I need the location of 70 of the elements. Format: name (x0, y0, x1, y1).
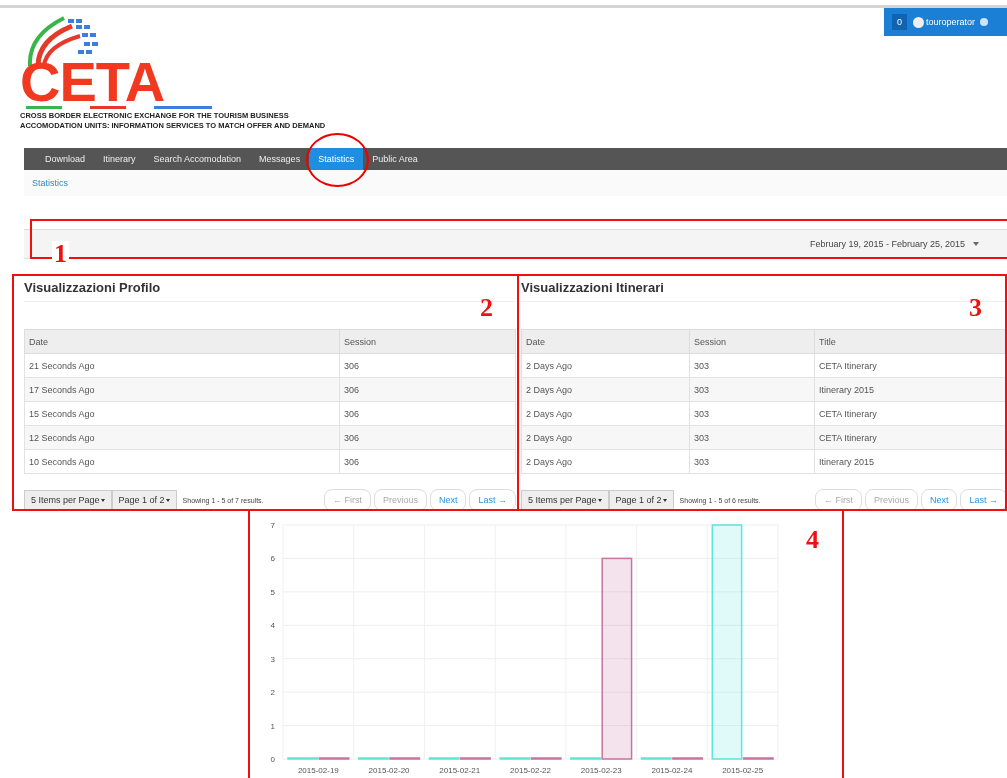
nav-item[interactable]: Public Area (363, 148, 427, 170)
table-cell: 303 (689, 353, 815, 378)
x-tick-label: 2015-02-23 (580, 766, 622, 775)
table-cell: 306 (339, 401, 516, 426)
table-cell: 2 Days Ago (521, 377, 690, 402)
column-header: Date (24, 329, 340, 354)
logo-stripes-icon (26, 106, 212, 109)
x-tick-label: 2015-02-19 (297, 766, 339, 775)
y-tick-label: 1 (270, 721, 275, 731)
table-cell: 303 (689, 449, 815, 474)
notification-count[interactable]: 0 (892, 14, 907, 30)
x-tick-label: 2015-02-20 (368, 766, 410, 775)
column-header: Session (689, 329, 815, 354)
caret-icon (597, 498, 602, 502)
nav-item[interactable]: Search Accomodation (144, 148, 251, 170)
table-cell: 15 Seconds Ago (24, 401, 340, 426)
table-cell: Itinerary 2015 (814, 377, 1007, 402)
dropdown-button[interactable]: 5 Items per Page (24, 490, 112, 510)
table-cell: 303 (689, 425, 815, 450)
table-cell: 2 Days Ago (521, 401, 690, 426)
table-cell: 306 (339, 353, 516, 378)
nav-item[interactable]: Messages (250, 148, 310, 170)
breadcrumb-link[interactable]: Statistics (32, 178, 68, 188)
dropdown-button[interactable]: Page 1 of 2 (111, 490, 177, 510)
table-cell: 303 (689, 377, 815, 402)
table-cell: 306 (339, 377, 516, 402)
pagination-button[interactable]: Next (429, 489, 467, 511)
column-header: Title (814, 329, 1007, 354)
pagination-button[interactable]: Next (920, 489, 958, 511)
table-cell: 2 Days Ago (521, 425, 690, 450)
caret-icon (980, 18, 989, 26)
table-cell: 12 Seconds Ago (24, 425, 340, 450)
y-tick-label: 4 (270, 621, 275, 631)
dropdown-button[interactable]: 5 Items per Page (521, 490, 609, 510)
caret-icon (165, 498, 170, 502)
y-tick-label: 2 (270, 688, 275, 698)
caret-icon (100, 498, 105, 502)
y-tick-label: 0 (270, 755, 275, 764)
table-cell: 303 (689, 401, 815, 426)
caret-icon (662, 498, 667, 502)
table-cell: 2 Days Ago (521, 353, 690, 378)
y-tick-label: 5 (270, 587, 275, 597)
table-cell: CETA Itinerary (814, 425, 1007, 450)
x-tick-label: 2015-02-22 (510, 766, 551, 775)
nav-item[interactable]: Statistics (309, 148, 364, 170)
table-cell: 10 Seconds Ago (24, 449, 340, 474)
table-cell: 2 Days Ago (521, 449, 690, 474)
caret-icon (973, 242, 979, 246)
annotation-number: 4 (806, 527, 819, 553)
y-tick-label: 6 (270, 554, 275, 564)
table-cell: 306 (339, 449, 516, 474)
table-cell: 21 Seconds Ago (24, 353, 340, 378)
y-tick-label: 3 (270, 654, 275, 664)
annotation-circle (306, 133, 369, 187)
column-header: Session (339, 329, 516, 354)
user-menu[interactable]: touroperator (913, 16, 989, 28)
date-range-picker[interactable]: February 19, 2015 - February 25, 2015 (809, 239, 979, 249)
nav-item[interactable]: Download (36, 148, 95, 170)
x-tick-label: 2015-02-25 (722, 766, 764, 775)
avatar-icon (913, 16, 924, 28)
table-cell: 306 (339, 425, 516, 450)
nav-item[interactable]: Itinerary (94, 148, 145, 170)
pagination-button[interactable]: Last → (469, 489, 516, 511)
x-tick-label: 2015-02-24 (651, 766, 693, 775)
dropdown-button[interactable]: Page 1 of 2 (608, 490, 674, 510)
x-tick-label: 2015-02-21 (439, 766, 481, 775)
logo-wordmark: CETA (20, 60, 166, 104)
column-header: Date (521, 329, 690, 354)
table-cell: 17 Seconds Ago (24, 377, 340, 402)
y-tick-label: 7 (270, 521, 275, 530)
